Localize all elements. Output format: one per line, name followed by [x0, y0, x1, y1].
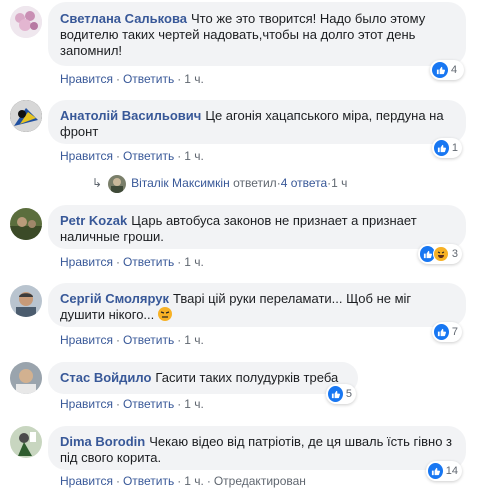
reply-button[interactable]: Ответить: [123, 474, 174, 488]
reaction-count: 3: [451, 248, 458, 260]
reply-button[interactable]: Ответить: [123, 72, 174, 86]
comment-actions: Нравится · Ответить · 1 ч.: [60, 333, 204, 347]
reply-button[interactable]: Ответить: [123, 149, 174, 163]
avatar[interactable]: [10, 362, 42, 394]
comment-bubble: Анатолій Васильович Це агонія хацапського…: [48, 100, 466, 144]
like-button[interactable]: Нравится: [60, 255, 113, 269]
timestamp[interactable]: 1 ч.: [184, 474, 204, 488]
comment-actions: Нравится · Ответить · 1 ч.: [60, 149, 204, 163]
comment-bubble: Светлана Салькова Что же это творится! На…: [48, 2, 466, 66]
reactions-badge[interactable]: 14: [426, 461, 462, 481]
like-button[interactable]: Нравится: [60, 149, 113, 163]
comment-author[interactable]: Dima Borodin: [60, 434, 145, 449]
comment-bubble: Сергій Смолярук Тварі цій руки переламати…: [48, 283, 466, 327]
reactions-badge[interactable]: 3: [418, 244, 462, 264]
comment-actions: Нравится · Ответить · 1 ч.: [60, 255, 204, 269]
avatar[interactable]: [10, 100, 42, 132]
avatar[interactable]: [10, 6, 42, 38]
reaction-count: 7: [451, 326, 458, 338]
reply-button[interactable]: Ответить: [123, 333, 174, 347]
reply-action: ответил: [233, 176, 277, 191]
comment-author[interactable]: Анатолій Васильович: [60, 108, 201, 123]
comment-bubble: Dima Borodin Чекаю відео від патріотів, д…: [48, 426, 466, 470]
reactions-badge[interactable]: 4: [430, 60, 464, 80]
reactions-badge[interactable]: 5: [326, 384, 356, 404]
reply-time: 1 ч: [331, 176, 348, 191]
comment-author[interactable]: Сергій Смолярук: [60, 291, 169, 306]
reactions-badge[interactable]: 7: [432, 322, 462, 342]
reply-button[interactable]: Ответить: [123, 397, 174, 411]
comment-author[interactable]: Petr Kozak: [60, 213, 127, 228]
timestamp[interactable]: 1 ч.: [184, 72, 204, 86]
comment-bubble: Petr Kozak Царь автобуса законов не призн…: [48, 205, 466, 249]
comment-actions: Нравится · Ответить · 1 ч.: [60, 72, 204, 86]
haha-icon: [433, 246, 449, 262]
timestamp[interactable]: 1 ч.: [184, 397, 204, 411]
comment-text: Гасити таких полудурків треба: [155, 370, 339, 385]
timestamp[interactable]: 1 ч.: [184, 149, 204, 163]
like-button[interactable]: Нравится: [60, 333, 113, 347]
timestamp[interactable]: 1 ч.: [184, 333, 204, 347]
avatar: [108, 175, 127, 193]
edited-label[interactable]: Отредактирован: [214, 474, 306, 488]
like-button[interactable]: Нравится: [60, 474, 113, 488]
comment-actions: Нравится · Ответить · 1 ч.: [60, 397, 204, 411]
comment-author[interactable]: Светлана Салькова: [60, 11, 187, 26]
timestamp[interactable]: 1 ч.: [184, 255, 204, 269]
comment-author[interactable]: Стас Войдило: [60, 370, 151, 385]
like-button[interactable]: Нравится: [60, 72, 113, 86]
like-icon: [434, 140, 449, 156]
reply-button[interactable]: Ответить: [123, 255, 174, 269]
avatar[interactable]: [10, 285, 42, 317]
avatar[interactable]: [10, 426, 42, 458]
like-button[interactable]: Нравится: [60, 397, 113, 411]
reaction-count: 4: [451, 64, 458, 76]
reply-arrow-icon: ↳: [92, 176, 103, 191]
reaction-count: 1: [451, 142, 458, 154]
like-icon: [434, 324, 449, 340]
reactions-badge[interactable]: 1: [432, 138, 462, 158]
like-icon: [328, 386, 343, 402]
comment-actions: Нравится · Ответить · 1 ч. · Отредактирован: [60, 474, 306, 488]
reaction-count: 14: [445, 465, 458, 477]
replies-summary[interactable]: ↳ Віталік Максимкін ответил·4 ответа·1 ч: [92, 175, 347, 193]
reply-count[interactable]: 4 ответа: [281, 176, 327, 190]
angry-emoji-icon: [157, 307, 172, 321]
reaction-count: 5: [345, 388, 352, 400]
avatar[interactable]: [10, 208, 42, 240]
like-icon: [428, 463, 443, 479]
comment-bubble: Стас Войдило Гасити таких полудурків треб…: [48, 362, 358, 394]
reply-author[interactable]: Віталік Максимкін: [131, 176, 230, 190]
like-icon: [432, 62, 448, 78]
